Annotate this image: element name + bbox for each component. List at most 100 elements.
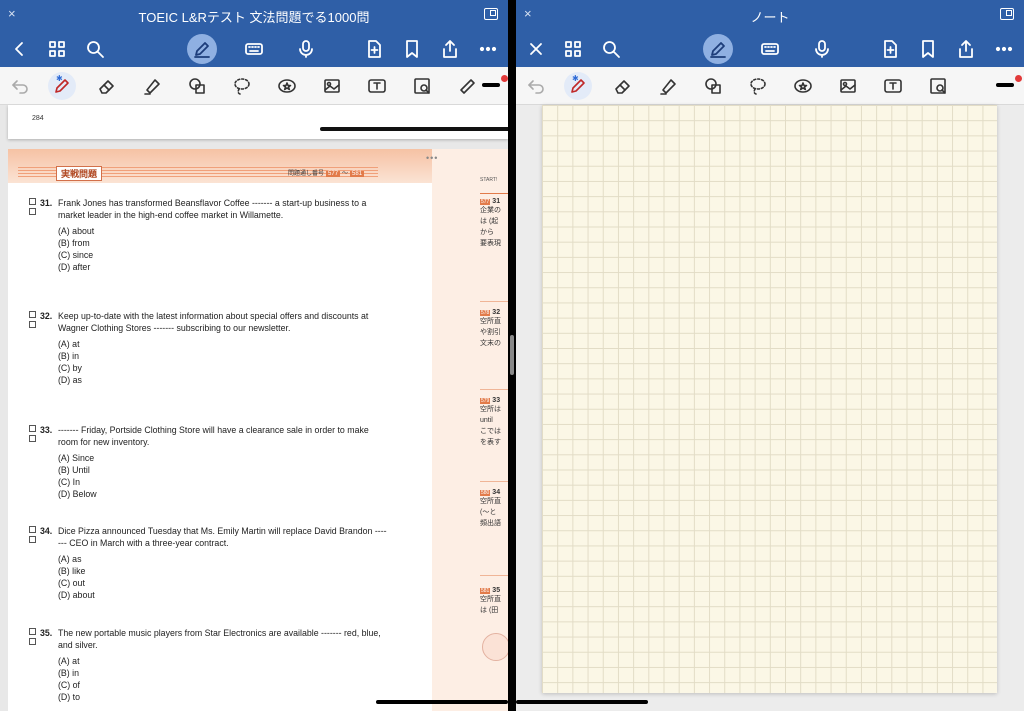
checkbox[interactable] (29, 198, 36, 205)
lasso-icon[interactable] (228, 72, 256, 100)
explanation-line: 企業の (480, 207, 501, 214)
option: (D) as (58, 375, 82, 385)
explanation-number: 35 (492, 587, 501, 594)
ruler-icon[interactable] (453, 72, 481, 100)
answer-options: (A) about (B) from (C) since (D) after (58, 225, 388, 273)
grid-icon[interactable] (558, 34, 588, 64)
eraser-icon[interactable] (93, 72, 121, 100)
search-icon[interactable] (596, 34, 626, 64)
explanation-line: こでは (480, 428, 501, 435)
option: (A) at (58, 656, 80, 666)
answer-options: (A) at (B) in (C) of (D) to (58, 655, 388, 703)
red-dot-indicator (501, 75, 508, 82)
explanation-line: 頻出語 (480, 520, 501, 527)
sticker-icon[interactable] (273, 72, 301, 100)
lasso-icon[interactable] (744, 72, 772, 100)
checkbox[interactable] (29, 208, 36, 215)
checkbox[interactable] (29, 536, 36, 543)
split-view-divider[interactable] (508, 0, 516, 711)
checkbox[interactable] (29, 628, 36, 635)
pen-mode-icon[interactable] (703, 34, 733, 64)
pen-icon[interactable]: ✱ (48, 72, 76, 100)
left-tool-bar: ✱ (0, 67, 508, 105)
share-icon[interactable] (951, 34, 981, 64)
option: (D) Below (58, 489, 97, 499)
option: (C) since (58, 250, 94, 260)
image-icon[interactable] (318, 72, 346, 100)
page-scroll-handle[interactable] (320, 127, 508, 131)
explanation-line: は (起 (480, 218, 499, 225)
highlighter-icon[interactable] (138, 72, 166, 100)
sticker-icon[interactable] (789, 72, 817, 100)
keyboard-icon[interactable] (755, 34, 785, 64)
bookmark-icon[interactable] (913, 34, 943, 64)
option: (C) In (58, 477, 80, 487)
bluetooth-icon: ✱ (56, 74, 63, 83)
right-nav-bar (516, 30, 1024, 67)
option: (B) in (58, 668, 80, 678)
close-icon[interactable] (521, 34, 551, 64)
checkbox[interactable] (29, 435, 36, 442)
pen-color-swatch[interactable] (996, 75, 1022, 91)
pen-color-swatch[interactable] (482, 75, 508, 91)
back-icon[interactable] (4, 34, 34, 64)
search-icon[interactable] (80, 34, 110, 64)
image-icon[interactable] (834, 72, 862, 100)
explanation-number: 34 (492, 489, 501, 496)
highlighter-icon[interactable] (654, 72, 682, 100)
option: (B) like (58, 566, 86, 576)
question-stem: Keep up-to-date with the latest informat… (58, 311, 369, 333)
left-document-title: TOEIC L&Rテスト 文法問題でる1000問 (138, 10, 370, 25)
checkbox[interactable] (29, 425, 36, 432)
pen-mode-icon[interactable] (187, 34, 217, 64)
window-layout-icon[interactable] (1000, 8, 1014, 20)
grid-note-page[interactable] (542, 105, 997, 693)
pen-icon[interactable]: ✱ (564, 72, 592, 100)
question-stem: The new portable music players from Star… (58, 628, 381, 650)
split-view-handle[interactable] (510, 335, 514, 375)
question-35: 35. The new portable music players from … (29, 627, 388, 703)
more-icon[interactable] (473, 34, 503, 64)
microphone-icon[interactable] (807, 34, 837, 64)
explanation-line: 空所直 (480, 318, 501, 325)
eraser-icon[interactable] (609, 72, 637, 100)
text-icon[interactable] (879, 72, 907, 100)
checkbox[interactable] (29, 638, 36, 645)
camera-icon[interactable] (408, 72, 436, 100)
grid-icon[interactable] (42, 34, 72, 64)
page-options-icon[interactable]: ••• (426, 153, 438, 163)
keyboard-icon[interactable] (239, 34, 269, 64)
note-canvas-area[interactable] (516, 105, 1024, 711)
right-tool-bar: ✱ (516, 67, 1024, 105)
explanation-number: 31 (492, 198, 501, 205)
undo-icon[interactable] (522, 72, 550, 100)
question-number: 33. (40, 425, 53, 435)
option: (D) after (58, 262, 91, 272)
checkbox[interactable] (29, 526, 36, 533)
explanation-line: until (480, 417, 493, 424)
question-number: 34. (40, 526, 53, 536)
option: (A) about (58, 226, 95, 236)
question-range: 問題通し番号 577 ～ 581 (288, 168, 366, 177)
bookmark-icon[interactable] (397, 34, 427, 64)
shapes-icon[interactable] (183, 72, 211, 100)
add-page-icon[interactable] (359, 34, 389, 64)
camera-icon[interactable] (924, 72, 952, 100)
text-icon[interactable] (363, 72, 391, 100)
explanation-35: 581 35 空所直 は (田 (480, 587, 508, 616)
share-icon[interactable] (435, 34, 465, 64)
document-viewer[interactable]: 284 実戦問題 問題通し番号 577 ～ 581 ••• 31. Frank Jon… (0, 105, 508, 711)
window-layout-icon[interactable] (484, 8, 498, 20)
more-icon[interactable] (989, 34, 1019, 64)
question-32: 32. Keep up-to-date with the latest info… (29, 310, 388, 386)
question-stem: ------- Friday, Portside Clothing Store … (58, 425, 369, 447)
undo-icon[interactable] (6, 72, 34, 100)
page-number: 284 (32, 115, 44, 122)
add-page-icon[interactable] (875, 34, 905, 64)
shapes-icon[interactable] (699, 72, 727, 100)
red-dot-indicator (1015, 75, 1022, 82)
checkbox[interactable] (29, 311, 36, 318)
checkbox[interactable] (29, 321, 36, 328)
home-indicator-right (516, 700, 648, 704)
microphone-icon[interactable] (291, 34, 321, 64)
